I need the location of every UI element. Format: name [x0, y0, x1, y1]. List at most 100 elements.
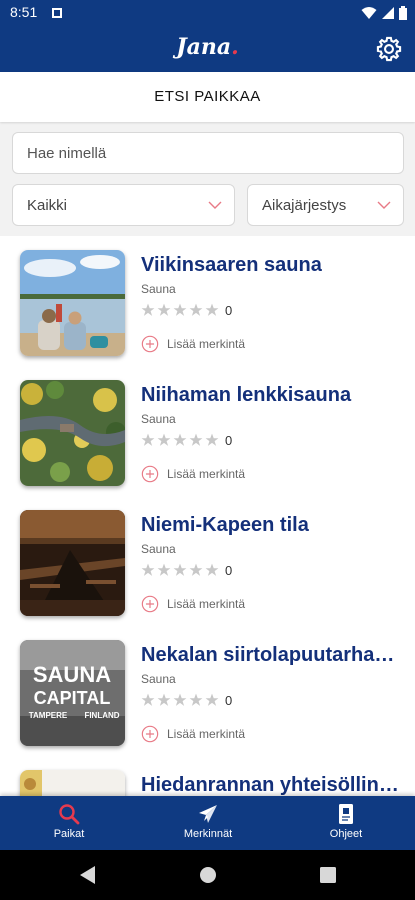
star-icon [157, 693, 171, 706]
plus-circle-icon [141, 465, 159, 483]
add-entry-button[interactable]: Lisää merkintä [141, 334, 245, 354]
places-list[interactable]: Viikinsaaren sauna Sauna 0 Lisää merkint… [0, 236, 415, 796]
nav-label-help: Ohjeet [329, 828, 363, 840]
star-icon [173, 303, 187, 316]
star-icon [173, 563, 187, 576]
place-thumbnail [20, 510, 125, 616]
star-icon [189, 303, 203, 316]
star-icon [141, 563, 155, 576]
plus-circle-icon [141, 725, 159, 743]
place-name[interactable]: Niihaman lenkkisauna [141, 384, 401, 407]
category-select-value: Kaikki [27, 197, 68, 214]
nav-tab-help[interactable]: Ohjeet [296, 796, 396, 850]
rating-count: 0 [225, 432, 233, 448]
status-bar: 8:51 [0, 0, 415, 26]
category-select[interactable]: Kaikki [12, 184, 235, 226]
notification-icon [52, 8, 62, 18]
nav-tab-entries[interactable]: Merkinnät [158, 796, 258, 850]
gear-icon [376, 36, 402, 62]
document-icon [339, 804, 353, 824]
list-item[interactable]: Viikinsaaren sauna Sauna 0 Lisää merkint… [0, 236, 415, 366]
place-name[interactable]: Niemi-Kapeen tila [141, 514, 401, 537]
battery-icon [399, 6, 407, 20]
star-icon [173, 433, 187, 446]
back-icon[interactable] [79, 865, 97, 885]
star-icon [157, 563, 171, 576]
rating-count: 0 [225, 692, 233, 708]
place-thumbnail: SAUNA CAPITAL TAMPERE FINLAND [20, 640, 125, 746]
search-icon [59, 804, 80, 825]
place-category: Sauna [141, 412, 176, 426]
app-logo-text: Jana [176, 34, 232, 60]
rating-stars: 0 [141, 562, 232, 578]
place-thumbnail [20, 250, 125, 356]
star-icon [157, 433, 171, 446]
add-entry-label: Lisää merkintä [167, 337, 246, 351]
home-icon[interactable] [199, 865, 217, 885]
add-entry-button[interactable]: Lisää merkintä [141, 724, 245, 744]
star-icon [157, 303, 171, 316]
recents-icon[interactable] [319, 865, 337, 885]
place-thumbnail [20, 380, 125, 486]
thumb-text-tampere: TAMPERE [29, 711, 68, 720]
star-icon [173, 693, 187, 706]
signal-icon [382, 7, 394, 19]
app-logo: Jana. [0, 34, 415, 60]
list-item[interactable]: Niihaman lenkkisauna Sauna 0 Lisää merki… [0, 366, 415, 496]
star-icon [205, 563, 219, 576]
list-item[interactable]: Hiedanrannan yhteisöllinen sauna [0, 756, 415, 796]
rating-count: 0 [225, 302, 233, 318]
star-icon [205, 693, 219, 706]
nav-label-places: Paikat [53, 828, 85, 840]
page-title: ETSI PAIKKAA [0, 72, 415, 122]
nav-label-entries: Merkinnät [183, 828, 233, 840]
settings-button[interactable] [375, 35, 403, 63]
system-nav-bar [0, 850, 415, 900]
add-entry-label: Lisää merkintä [167, 727, 246, 741]
star-icon [141, 433, 155, 446]
sort-select[interactable]: Aikajärjestys [247, 184, 404, 226]
place-category: Sauna [141, 672, 176, 686]
thumb-text-capital: CAPITAL [34, 688, 111, 708]
thumb-text-finland: FINLAND [84, 711, 119, 720]
rating-stars: 0 [141, 432, 232, 448]
star-icon [189, 433, 203, 446]
add-entry-label: Lisää merkintä [167, 467, 246, 481]
rating-count: 0 [225, 562, 233, 578]
star-icon [189, 693, 203, 706]
status-icons [361, 6, 407, 20]
app-logo-dot: . [231, 34, 239, 60]
list-item[interactable]: Niemi-Kapeen tila Sauna 0 Lisää merkintä [0, 496, 415, 626]
place-name[interactable]: Hiedanrannan yhteisöllinen sauna [141, 774, 401, 796]
star-icon [189, 563, 203, 576]
add-entry-button[interactable]: Lisää merkintä [141, 464, 245, 484]
app-bar: Jana. [0, 26, 415, 72]
star-icon [141, 693, 155, 706]
rating-stars: 0 [141, 692, 232, 708]
star-icon [205, 303, 219, 316]
chevron-down-icon [377, 201, 391, 209]
chevron-down-icon [208, 201, 222, 209]
place-thumbnail [20, 770, 125, 796]
thumb-text-sauna: SAUNA [33, 662, 111, 687]
search-input[interactable] [12, 132, 404, 174]
nav-tab-places[interactable]: Paikat [19, 796, 119, 850]
paper-plane-icon [199, 805, 217, 823]
bottom-nav: Paikat Merkinnät Ohjeet [0, 796, 415, 850]
place-name[interactable]: Viikinsaaren sauna [141, 254, 401, 277]
rating-stars: 0 [141, 302, 232, 318]
star-icon [141, 303, 155, 316]
place-category: Sauna [141, 542, 176, 556]
filter-area: Kaikki Aikajärjestys [0, 122, 415, 236]
plus-circle-icon [141, 335, 159, 353]
add-entry-label: Lisää merkintä [167, 597, 246, 611]
list-item[interactable]: SAUNA CAPITAL TAMPERE FINLAND Nekalan si… [0, 626, 415, 756]
place-name[interactable]: Nekalan siirtolapuutarhan sauna [141, 644, 401, 667]
status-time: 8:51 [10, 4, 38, 20]
place-category: Sauna [141, 282, 176, 296]
wifi-icon [361, 7, 377, 19]
sort-select-value: Aikajärjestys [262, 197, 347, 214]
star-icon [205, 433, 219, 446]
add-entry-button[interactable]: Lisää merkintä [141, 594, 245, 614]
plus-circle-icon [141, 595, 159, 613]
